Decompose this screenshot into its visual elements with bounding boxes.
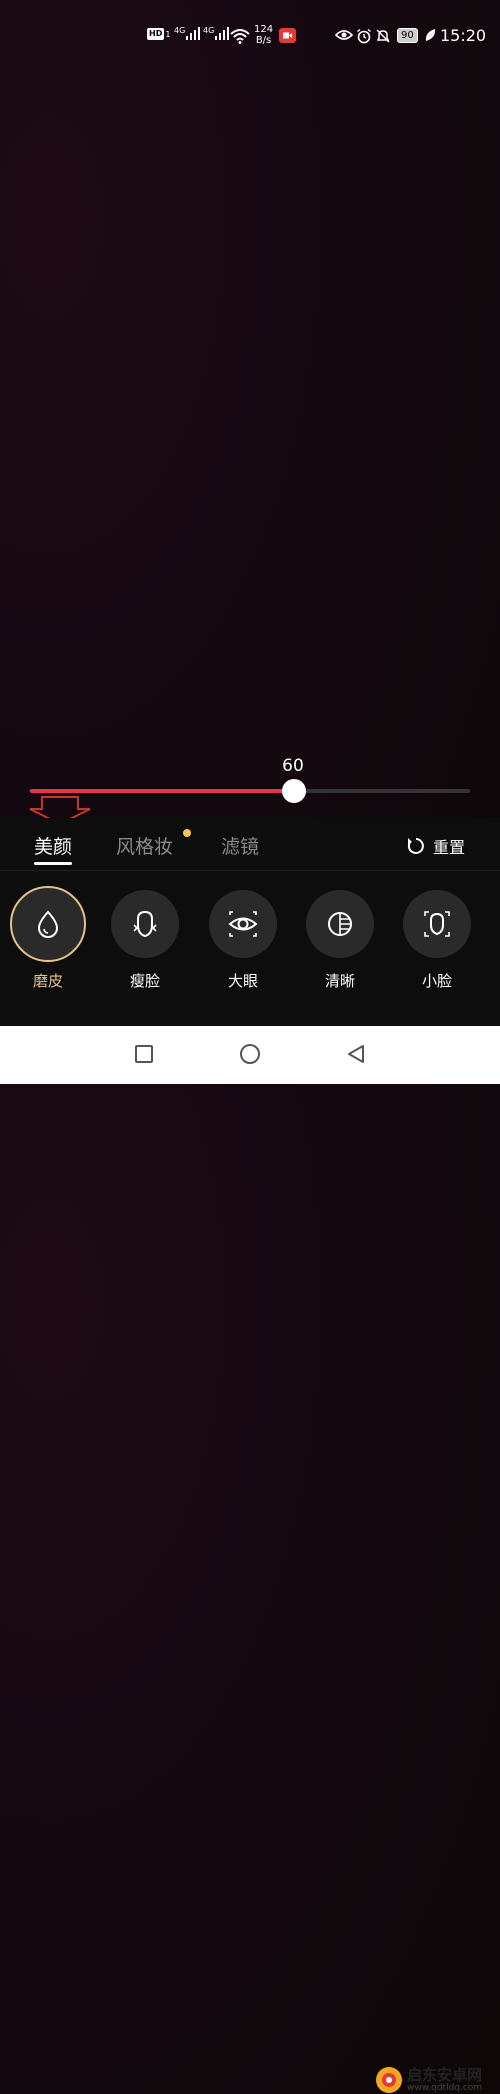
tool-icon-circle bbox=[10, 886, 86, 962]
screen-record-icon bbox=[279, 28, 296, 43]
watermark-logo-icon bbox=[376, 2067, 402, 2093]
speed-value: 124 bbox=[254, 24, 274, 35]
speed-unit: B/s bbox=[255, 35, 272, 46]
clock: 15:20 bbox=[440, 26, 487, 45]
power-saving-icon bbox=[424, 28, 436, 42]
mute-icon bbox=[375, 28, 391, 44]
tool-icon-circle bbox=[306, 890, 374, 958]
tool-label: 瘦脸 bbox=[129, 972, 160, 990]
recents-icon[interactable] bbox=[134, 1044, 154, 1064]
watermark: 启东安卓网 www.qdtldq.com bbox=[375, 2066, 482, 2094]
panel-divider bbox=[0, 870, 500, 871]
net-speed: 124 B/s bbox=[254, 24, 273, 46]
tab-beauty[interactable]: 美颜 bbox=[34, 832, 72, 859]
reset-label: 重置 bbox=[433, 838, 466, 857]
tab-filter[interactable]: 滤镜 bbox=[221, 832, 259, 859]
reset-button[interactable]: 重置 bbox=[406, 834, 465, 858]
hd-indicator: HD 1 bbox=[147, 28, 170, 40]
tool-smooth-skin[interactable]: 磨皮 bbox=[3, 886, 93, 991]
slider-fill bbox=[30, 789, 294, 793]
droplet-icon bbox=[37, 910, 59, 938]
network-type-1: 4G bbox=[174, 26, 186, 35]
tool-slim-face[interactable]: 瘦脸 bbox=[100, 890, 190, 991]
reset-icon bbox=[407, 838, 424, 854]
tool-label: 小脸 bbox=[421, 972, 452, 990]
small-face-icon bbox=[424, 911, 450, 937]
watermark-url: www.qdtldq.com bbox=[407, 2083, 483, 2093]
tool-big-eye[interactable]: 大眼 bbox=[198, 890, 288, 991]
tool-icon-circle bbox=[111, 890, 179, 958]
navigation-bar: 启东安卓网 www.qdtldq.com bbox=[0, 1026, 500, 2093]
tool-icon-circle bbox=[403, 890, 471, 958]
battery-indicator: 90 bbox=[397, 28, 418, 43]
slider-thumb[interactable] bbox=[282, 779, 306, 803]
hd-badge: HD bbox=[147, 28, 165, 40]
eye-icon bbox=[228, 911, 258, 937]
slider-value: 60 bbox=[282, 756, 304, 776]
signal-1: 4G bbox=[174, 26, 203, 40]
alarm-icon bbox=[356, 28, 372, 44]
signal-2: 4G bbox=[203, 26, 232, 40]
clarity-icon bbox=[328, 912, 352, 936]
beauty-panel: 美颜 风格妆 滤镜 重置 磨皮 瘦脸 大眼 清晰 小脸 bbox=[0, 818, 500, 1026]
battery-level: 90 bbox=[397, 28, 418, 43]
watermark-name: 启东安卓网 bbox=[407, 2066, 483, 2084]
tool-label: 清晰 bbox=[324, 972, 355, 990]
back-icon[interactable] bbox=[346, 1044, 366, 1064]
signal-icon bbox=[186, 27, 201, 40]
home-icon[interactable] bbox=[239, 1043, 261, 1065]
tab-style-makeup[interactable]: 风格妆 bbox=[116, 832, 173, 859]
wifi-icon bbox=[230, 28, 250, 44]
active-tab-underline bbox=[34, 862, 72, 865]
sim-number: 1 bbox=[165, 29, 171, 39]
intensity-slider[interactable] bbox=[30, 779, 470, 803]
eye-comfort-icon bbox=[335, 28, 353, 42]
tool-label: 大眼 bbox=[227, 972, 258, 990]
new-badge-dot bbox=[183, 829, 191, 837]
tool-icon-circle bbox=[209, 890, 277, 958]
tool-label: 磨皮 bbox=[32, 972, 63, 990]
tool-small-face[interactable]: 小脸 bbox=[392, 890, 482, 991]
tool-clarity[interactable]: 清晰 bbox=[295, 890, 385, 991]
category-tabs: 美颜 风格妆 滤镜 重置 bbox=[0, 818, 500, 870]
network-type-2: 4G bbox=[203, 26, 215, 35]
status-bar: HD 1 4G 4G 124 B/s 90 15:20 bbox=[0, 0, 500, 72]
face-slim-icon bbox=[133, 910, 157, 938]
